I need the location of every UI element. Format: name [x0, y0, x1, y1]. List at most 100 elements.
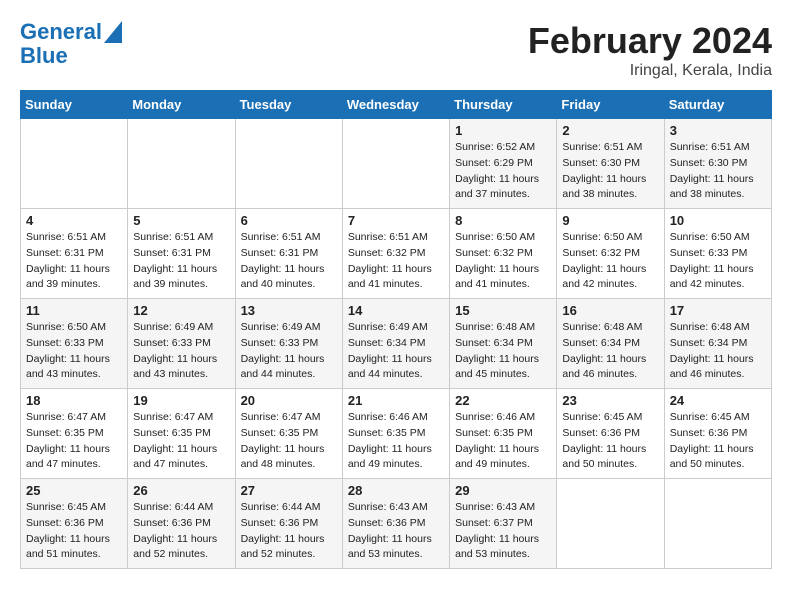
- page-header: General Blue February 2024 Iringal, Kera…: [20, 20, 772, 80]
- day-info: Sunrise: 6:45 AMSunset: 6:36 PMDaylight:…: [670, 410, 766, 473]
- day-number: 26: [133, 483, 229, 498]
- month-title: February 2024: [528, 20, 772, 62]
- calendar-cell: 4 Sunrise: 6:51 AMSunset: 6:31 PMDaylight…: [21, 209, 128, 299]
- calendar-cell: 1 Sunrise: 6:52 AMSunset: 6:29 PMDaylight…: [450, 119, 557, 209]
- calendar-cell: 21 Sunrise: 6:46 AMSunset: 6:35 PMDayligh…: [342, 389, 449, 479]
- day-number: 7: [348, 213, 444, 228]
- header-friday: Friday: [557, 91, 664, 119]
- calendar-cell: 17 Sunrise: 6:48 AMSunset: 6:34 PMDayligh…: [664, 299, 771, 389]
- calendar-cell: 2 Sunrise: 6:51 AMSunset: 6:30 PMDaylight…: [557, 119, 664, 209]
- calendar-cell: 29 Sunrise: 6:43 AMSunset: 6:37 PMDayligh…: [450, 479, 557, 569]
- day-info: Sunrise: 6:45 AMSunset: 6:36 PMDaylight:…: [562, 410, 658, 473]
- day-number: 15: [455, 303, 551, 318]
- day-info: Sunrise: 6:51 AMSunset: 6:31 PMDaylight:…: [133, 230, 229, 293]
- day-info: Sunrise: 6:48 AMSunset: 6:34 PMDaylight:…: [670, 320, 766, 383]
- calendar-cell: 13Sunrise: 6:49 AMSunset: 6:33 PMDayligh…: [235, 299, 342, 389]
- calendar-cell: 8 Sunrise: 6:50 AMSunset: 6:32 PMDaylight…: [450, 209, 557, 299]
- day-number: 17: [670, 303, 766, 318]
- calendar-cell: 27 Sunrise: 6:44 AMSunset: 6:36 PMDayligh…: [235, 479, 342, 569]
- calendar-cell: 23 Sunrise: 6:45 AMSunset: 6:36 PMDayligh…: [557, 389, 664, 479]
- logo: General Blue: [20, 20, 122, 68]
- calendar-cell: [342, 119, 449, 209]
- day-info: Sunrise: 6:46 AMSunset: 6:35 PMDaylight:…: [348, 410, 444, 473]
- calendar-cell: 22 Sunrise: 6:46 AMSunset: 6:35 PMDayligh…: [450, 389, 557, 479]
- calendar-cell: 25Sunrise: 6:45 AMSunset: 6:36 PMDayligh…: [21, 479, 128, 569]
- calendar-header-row: SundayMondayTuesdayWednesdayThursdayFrid…: [21, 91, 772, 119]
- day-number: 20: [241, 393, 337, 408]
- day-info: Sunrise: 6:47 AMSunset: 6:35 PMDaylight:…: [133, 410, 229, 473]
- calendar-cell: 16 Sunrise: 6:48 AMSunset: 6:34 PMDayligh…: [557, 299, 664, 389]
- day-number: 10: [670, 213, 766, 228]
- header-saturday: Saturday: [664, 91, 771, 119]
- day-info: Sunrise: 6:44 AMSunset: 6:36 PMDaylight:…: [241, 500, 337, 563]
- calendar-cell: 20Sunrise: 6:47 AMSunset: 6:35 PMDayligh…: [235, 389, 342, 479]
- header-thursday: Thursday: [450, 91, 557, 119]
- day-number: 29: [455, 483, 551, 498]
- day-info: Sunrise: 6:48 AMSunset: 6:34 PMDaylight:…: [455, 320, 551, 383]
- logo-triangle-icon: [104, 21, 122, 43]
- day-info: Sunrise: 6:49 AMSunset: 6:34 PMDaylight:…: [348, 320, 444, 383]
- header-sunday: Sunday: [21, 91, 128, 119]
- day-number: 6: [241, 213, 337, 228]
- day-info: Sunrise: 6:47 AMSunset: 6:35 PMDaylight:…: [26, 410, 122, 473]
- calendar-cell: 12 Sunrise: 6:49 AMSunset: 6:33 PMDayligh…: [128, 299, 235, 389]
- day-info: Sunrise: 6:51 AMSunset: 6:31 PMDaylight:…: [241, 230, 337, 293]
- day-number: 24: [670, 393, 766, 408]
- calendar-cell: 6 Sunrise: 6:51 AMSunset: 6:31 PMDaylight…: [235, 209, 342, 299]
- calendar-cell: 5 Sunrise: 6:51 AMSunset: 6:31 PMDaylight…: [128, 209, 235, 299]
- day-info: Sunrise: 6:49 AMSunset: 6:33 PMDaylight:…: [133, 320, 229, 383]
- day-number: 23: [562, 393, 658, 408]
- day-number: 9: [562, 213, 658, 228]
- day-info: Sunrise: 6:43 AMSunset: 6:37 PMDaylight:…: [455, 500, 551, 563]
- calendar-week-4: 18 Sunrise: 6:47 AMSunset: 6:35 PMDayligh…: [21, 389, 772, 479]
- calendar-cell: [557, 479, 664, 569]
- calendar-cell: [664, 479, 771, 569]
- day-number: 4: [26, 213, 122, 228]
- calendar-cell: [128, 119, 235, 209]
- calendar-cell: 19Sunrise: 6:47 AMSunset: 6:35 PMDayligh…: [128, 389, 235, 479]
- day-number: 16: [562, 303, 658, 318]
- header-wednesday: Wednesday: [342, 91, 449, 119]
- day-info: Sunrise: 6:51 AMSunset: 6:32 PMDaylight:…: [348, 230, 444, 293]
- day-info: Sunrise: 6:51 AMSunset: 6:30 PMDaylight:…: [562, 140, 658, 203]
- logo-text-blue: Blue: [20, 44, 68, 68]
- day-info: Sunrise: 6:44 AMSunset: 6:36 PMDaylight:…: [133, 500, 229, 563]
- day-number: 27: [241, 483, 337, 498]
- day-info: Sunrise: 6:51 AMSunset: 6:31 PMDaylight:…: [26, 230, 122, 293]
- day-info: Sunrise: 6:46 AMSunset: 6:35 PMDaylight:…: [455, 410, 551, 473]
- calendar-cell: 9Sunrise: 6:50 AMSunset: 6:32 PMDaylight…: [557, 209, 664, 299]
- day-number: 5: [133, 213, 229, 228]
- day-info: Sunrise: 6:43 AMSunset: 6:36 PMDaylight:…: [348, 500, 444, 563]
- calendar-cell: 14Sunrise: 6:49 AMSunset: 6:34 PMDayligh…: [342, 299, 449, 389]
- calendar-cell: 11Sunrise: 6:50 AMSunset: 6:33 PMDayligh…: [21, 299, 128, 389]
- day-number: 22: [455, 393, 551, 408]
- day-number: 25: [26, 483, 122, 498]
- day-number: 18: [26, 393, 122, 408]
- day-number: 21: [348, 393, 444, 408]
- day-info: Sunrise: 6:50 AMSunset: 6:33 PMDaylight:…: [670, 230, 766, 293]
- title-block: February 2024 Iringal, Kerala, India: [528, 20, 772, 80]
- calendar-cell: 15 Sunrise: 6:48 AMSunset: 6:34 PMDayligh…: [450, 299, 557, 389]
- logo-text: General: [20, 20, 102, 44]
- calendar-cell: 28Sunrise: 6:43 AMSunset: 6:36 PMDayligh…: [342, 479, 449, 569]
- day-number: 1: [455, 123, 551, 138]
- calendar-cell: [235, 119, 342, 209]
- calendar-table: SundayMondayTuesdayWednesdayThursdayFrid…: [20, 90, 772, 569]
- day-number: 12: [133, 303, 229, 318]
- location: Iringal, Kerala, India: [528, 62, 772, 80]
- calendar-week-1: 1 Sunrise: 6:52 AMSunset: 6:29 PMDaylight…: [21, 119, 772, 209]
- calendar-cell: 7 Sunrise: 6:51 AMSunset: 6:32 PMDaylight…: [342, 209, 449, 299]
- calendar-week-2: 4 Sunrise: 6:51 AMSunset: 6:31 PMDaylight…: [21, 209, 772, 299]
- calendar-week-5: 25Sunrise: 6:45 AMSunset: 6:36 PMDayligh…: [21, 479, 772, 569]
- day-info: Sunrise: 6:48 AMSunset: 6:34 PMDaylight:…: [562, 320, 658, 383]
- day-info: Sunrise: 6:51 AMSunset: 6:30 PMDaylight:…: [670, 140, 766, 203]
- day-number: 11: [26, 303, 122, 318]
- day-number: 2: [562, 123, 658, 138]
- day-info: Sunrise: 6:50 AMSunset: 6:32 PMDaylight:…: [455, 230, 551, 293]
- calendar-week-3: 11Sunrise: 6:50 AMSunset: 6:33 PMDayligh…: [21, 299, 772, 389]
- calendar-cell: 10 Sunrise: 6:50 AMSunset: 6:33 PMDayligh…: [664, 209, 771, 299]
- day-info: Sunrise: 6:52 AMSunset: 6:29 PMDaylight:…: [455, 140, 551, 203]
- calendar-cell: 24 Sunrise: 6:45 AMSunset: 6:36 PMDayligh…: [664, 389, 771, 479]
- calendar-cell: [21, 119, 128, 209]
- day-number: 8: [455, 213, 551, 228]
